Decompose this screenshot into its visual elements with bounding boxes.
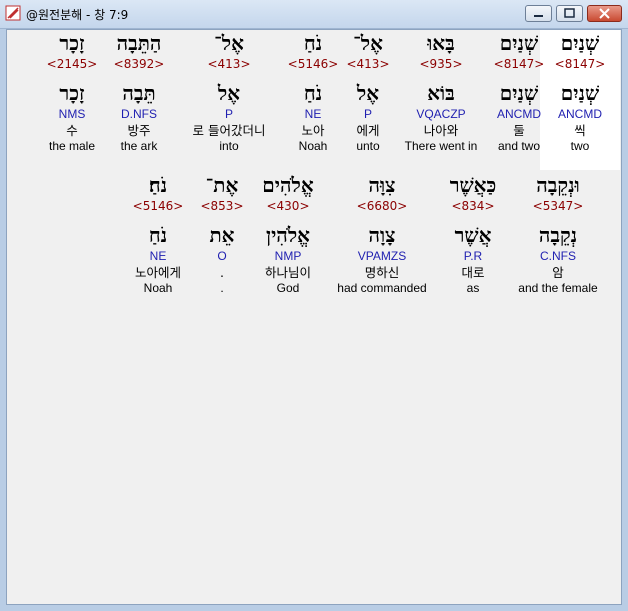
korean-gloss: 암: [552, 265, 564, 280]
parsing-code: ANCMD: [497, 107, 541, 121]
window-title: @원전분해 - 창 7:9: [26, 8, 129, 22]
hebrew-word: נֹחַ׃: [148, 173, 168, 197]
word-column[interactable]: זָכָר <2145> זָכָר NMS 수 the male: [32, 30, 112, 154]
word-column[interactable]: נֹחַ <5146> נֹחַ NE 노아 Noah: [273, 30, 353, 154]
close-icon: [599, 8, 610, 19]
strong-number[interactable]: <5347>: [508, 198, 608, 214]
word-column[interactable]: בָּאוּ <935> בּוֹא VQACZP 나아와 There went…: [401, 30, 481, 154]
minimize-icon: [534, 15, 543, 17]
english-gloss: as: [466, 281, 480, 295]
korean-gloss: 수: [66, 123, 78, 138]
lemma: צָוָה: [368, 223, 396, 247]
strong-number[interactable]: <834>: [433, 198, 513, 214]
strong-number[interactable]: <413>: [174, 56, 284, 72]
hebrew-word: וּנְקֵבָה: [536, 173, 580, 197]
strong-number[interactable]: <8147>: [479, 56, 559, 72]
word-column[interactable]: צִוָּה <6680> צָוָה VPAMZS 명하신 had comma…: [332, 172, 432, 296]
hebrew-word: אֶל־: [214, 31, 244, 55]
korean-gloss: 둘: [513, 123, 525, 138]
hebrew-word: כַּאֲשֶׁר: [449, 173, 497, 197]
parsing-code: VQACZP: [416, 107, 466, 121]
lemma: נֹחַ: [303, 81, 323, 105]
lemma: אֶל: [217, 81, 241, 105]
hebrew-word: צִוָּה: [368, 173, 396, 197]
korean-gloss: 로 들어갔더니: [192, 123, 266, 138]
maximize-icon: [564, 8, 575, 18]
english-gloss: There went in: [404, 139, 478, 153]
maximize-button[interactable]: [556, 5, 583, 22]
english-gloss: the male: [48, 139, 96, 153]
interlinear-panel: שְׁנַיִם <8147> שְׁנַיִם ANCMD 씩 two שְׁ…: [6, 29, 622, 605]
strong-number[interactable]: <6680>: [332, 198, 432, 214]
parsing-code: NE: [149, 249, 167, 263]
parsing-code: NMS: [58, 107, 86, 121]
hebrew-word: שְׁנַיִם: [499, 31, 539, 55]
english-gloss: had commanded: [337, 281, 427, 295]
hebrew-word: בָּאוּ: [427, 31, 455, 55]
english-gloss: into: [219, 139, 239, 153]
parsing-code: NE: [304, 107, 322, 121]
parsing-code: C.NFS: [540, 249, 576, 263]
english-gloss: Noah: [298, 139, 328, 153]
word-column[interactable]: כַּאֲשֶׁר <834> אֲשֶׁר P.R 대로 as: [433, 172, 513, 296]
lemma: אֲשֶׁר: [454, 223, 492, 247]
english-gloss: Noah: [143, 281, 173, 295]
app-icon: [5, 5, 21, 21]
hebrew-word: נֹחַ: [303, 31, 323, 55]
minimize-button[interactable]: [525, 5, 552, 22]
lemma: שְׁנַיִם: [499, 81, 539, 105]
parsing-code: P.R: [463, 249, 483, 263]
title-bar: @원전분해 - 창 7:9: [0, 0, 628, 29]
close-button[interactable]: [587, 5, 622, 22]
lemma: נֹחַ: [148, 223, 168, 247]
strong-number[interactable]: <2145>: [32, 56, 112, 72]
strong-number[interactable]: <5146>: [273, 56, 353, 72]
korean-gloss: 명하신: [364, 265, 400, 280]
word-column[interactable]: נֹחַ׃ <5146> נֹחַ NE 노아에게 Noah: [118, 172, 198, 296]
word-column[interactable]: אֶל־ <413> אֶל P 로 들어갔더니 into: [174, 30, 284, 154]
strong-number[interactable]: <935>: [401, 56, 481, 72]
korean-gloss: 대로: [461, 265, 485, 280]
parsing-code: VPAMZS: [357, 249, 407, 263]
parsing-code: P: [224, 107, 233, 121]
lemma: זָכָר: [59, 81, 85, 105]
korean-gloss: 노아: [301, 123, 325, 138]
korean-gloss: 노아에게: [134, 265, 181, 280]
word-column[interactable]: וּנְקֵבָה <5347> נְקֵבָה C.NFS 암 and the…: [508, 172, 608, 296]
korean-gloss: 나아와: [423, 123, 459, 138]
lemma: בּוֹא: [427, 81, 455, 105]
strong-number[interactable]: <5146>: [118, 198, 198, 214]
hebrew-word: זָכָר: [59, 31, 85, 55]
word-column[interactable]: שְׁנַיִם <8147> שְׁנַיִם ANCMD 둘 and two: [479, 30, 559, 154]
lemma: נְקֵבָה: [538, 223, 578, 247]
english-gloss: and the female: [518, 281, 598, 295]
english-gloss: and two: [497, 139, 541, 153]
